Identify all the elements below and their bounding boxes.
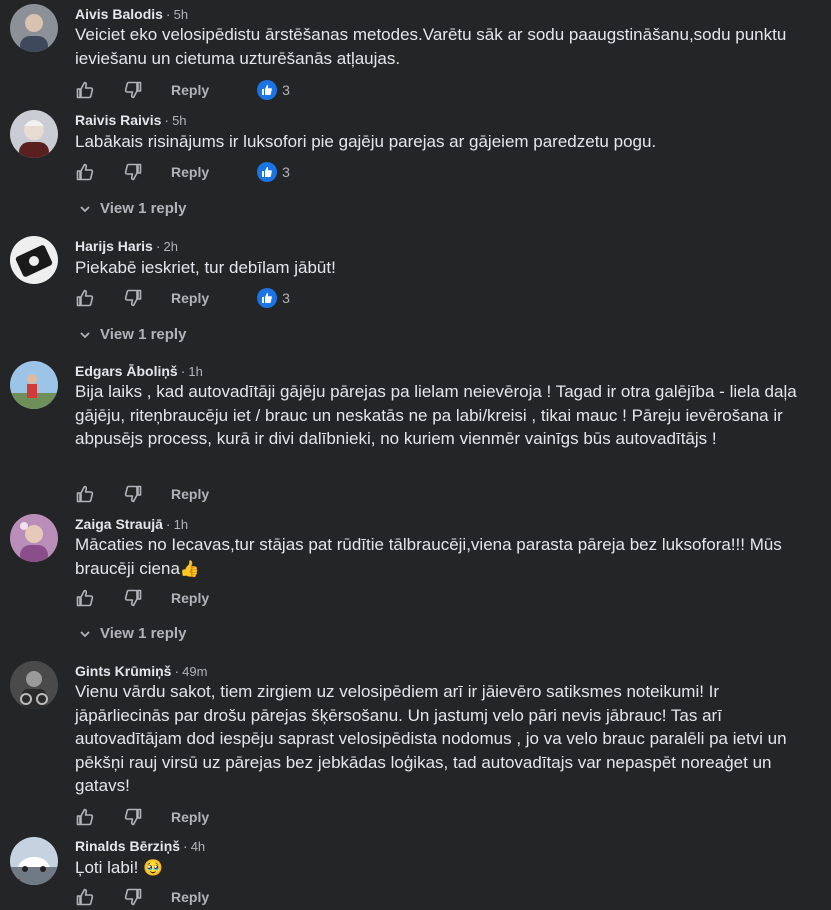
- view-replies-label: View 1 reply: [100, 625, 187, 642]
- reaction-summary[interactable]: 3: [257, 80, 290, 100]
- comments-panel: { "colors": { "background": "#242526", "…: [0, 0, 831, 910]
- avatar[interactable]: [10, 661, 58, 709]
- thumbs-down-icon[interactable]: [123, 483, 145, 505]
- view-replies-label: View 1 reply: [100, 326, 187, 343]
- thumbs-down-icon[interactable]: [123, 886, 145, 908]
- comment-text-content: Ļoti labi!: [75, 858, 139, 877]
- separator-dot: ·: [183, 838, 188, 854]
- thumbs-down-icon[interactable]: [123, 806, 145, 828]
- comment-header: Rinalds Bērziņš · 4h: [75, 837, 205, 856]
- avatar[interactable]: [10, 514, 58, 562]
- comment-header: Harijs Haris · 2h: [75, 237, 178, 256]
- timestamp[interactable]: 2h: [164, 239, 178, 254]
- comment-actions: Reply 3: [75, 287, 290, 309]
- thumbs-up-icon[interactable]: [75, 287, 97, 309]
- comment-text: Veiciet eko velosipēdistu ārstēšanas met…: [75, 25, 787, 68]
- author-name[interactable]: Edgars Āboliņš: [75, 363, 178, 379]
- view-replies-button[interactable]: View 1 reply: [78, 200, 186, 217]
- pleading-face-emoji-icon: 🥹: [143, 860, 163, 877]
- thumbs-up-icon[interactable]: [75, 161, 97, 183]
- reply-button[interactable]: Reply: [171, 590, 209, 606]
- thumbs-up-icon[interactable]: [75, 806, 97, 828]
- thumbs-down-icon[interactable]: [123, 287, 145, 309]
- chevron-down-icon: [80, 630, 90, 637]
- thumbs-up-icon[interactable]: [75, 587, 97, 609]
- separator-dot: ·: [174, 663, 180, 679]
- thumbs-down-icon[interactable]: [123, 79, 145, 101]
- chevron-down-icon: [80, 205, 90, 212]
- like-reaction-icon: [257, 162, 278, 182]
- comment-header: Gints Krūmiņš · 49m: [75, 662, 207, 681]
- view-replies-label: View 1 reply: [100, 200, 187, 217]
- like-reaction-icon: [257, 80, 278, 100]
- separator-dot: ·: [180, 363, 186, 379]
- thumbs-up-icon[interactable]: [75, 483, 97, 505]
- reaction-count: 3: [282, 82, 290, 98]
- separator-dot: ·: [165, 516, 171, 532]
- reply-button[interactable]: Reply: [171, 889, 209, 905]
- author-name[interactable]: Rinalds Bērziņš: [75, 838, 180, 854]
- comment-actions: Reply 3: [75, 161, 290, 183]
- comment-actions: Reply: [75, 587, 257, 609]
- author-name[interactable]: Raivis Raivis: [75, 112, 161, 128]
- reply-button[interactable]: Reply: [171, 486, 209, 502]
- timestamp[interactable]: 4h: [191, 839, 205, 854]
- comment-actions: Reply: [75, 886, 257, 908]
- thumbs-up-emoji-icon: 👍: [179, 560, 200, 578]
- avatar[interactable]: [10, 4, 58, 52]
- comment-actions: Reply: [75, 806, 257, 828]
- reaction-count: 3: [282, 164, 290, 180]
- timestamp[interactable]: 5h: [174, 7, 188, 22]
- comment-text: Labākais risinājums ir luksofori pie gaj…: [75, 132, 657, 151]
- avatar[interactable]: [10, 361, 58, 409]
- avatar[interactable]: [10, 110, 58, 158]
- comment-text: Piekabē ieskriet, tur debīlam jābūt!: [75, 258, 336, 277]
- view-replies-button[interactable]: View 1 reply: [78, 326, 186, 343]
- author-name[interactable]: Aivis Balodis: [75, 6, 163, 22]
- reply-button[interactable]: Reply: [171, 290, 209, 306]
- avatar[interactable]: [10, 236, 58, 284]
- reply-button[interactable]: Reply: [171, 82, 209, 98]
- reaction-summary[interactable]: 3: [257, 162, 290, 182]
- chevron-down-icon: [80, 331, 90, 338]
- author-name[interactable]: Zaiga Straujā: [75, 516, 163, 532]
- view-replies-button[interactable]: View 1 reply: [78, 625, 186, 642]
- timestamp[interactable]: 49m: [182, 664, 207, 679]
- thumbs-down-icon[interactable]: [123, 587, 145, 609]
- comment-header: Zaiga Straujā · 1h: [75, 515, 188, 534]
- comment-header: Raivis Raivis · 5h: [75, 111, 187, 130]
- like-reaction-icon: [257, 288, 278, 308]
- reaction-summary[interactable]: 3: [257, 288, 290, 308]
- author-name[interactable]: Harijs Haris: [75, 238, 153, 254]
- timestamp[interactable]: 1h: [188, 364, 202, 379]
- comment-text: Mācaties no Iecavas,tur stājas pat rūdīt…: [75, 533, 815, 581]
- reaction-count: 3: [282, 290, 290, 306]
- comment-actions: Reply 3: [75, 79, 290, 101]
- comment-text: Bija laiks , kad autovadītāji gājēju pār…: [75, 382, 797, 448]
- thumbs-up-icon[interactable]: [75, 79, 97, 101]
- reply-button[interactable]: Reply: [171, 809, 209, 825]
- comment-text: Ļoti labi! 🥹: [75, 856, 815, 881]
- timestamp[interactable]: 5h: [172, 113, 186, 128]
- comment-header: Aivis Balodis · 5h: [75, 5, 188, 24]
- separator-dot: ·: [155, 238, 161, 254]
- comment-text: Vienu vārdu sakot, tiem zirgiem uz velos…: [75, 682, 787, 795]
- author-name[interactable]: Gints Krūmiņš: [75, 663, 171, 679]
- timestamp[interactable]: 1h: [174, 517, 188, 532]
- thumbs-down-icon[interactable]: [123, 161, 145, 183]
- avatar[interactable]: [10, 837, 58, 885]
- separator-dot: ·: [165, 6, 171, 22]
- comment-header: Edgars Āboliņš · 1h: [75, 362, 203, 381]
- reply-button[interactable]: Reply: [171, 164, 209, 180]
- comment-actions: Reply: [75, 483, 257, 505]
- separator-dot: ·: [164, 112, 170, 128]
- thumbs-up-icon[interactable]: [75, 886, 97, 908]
